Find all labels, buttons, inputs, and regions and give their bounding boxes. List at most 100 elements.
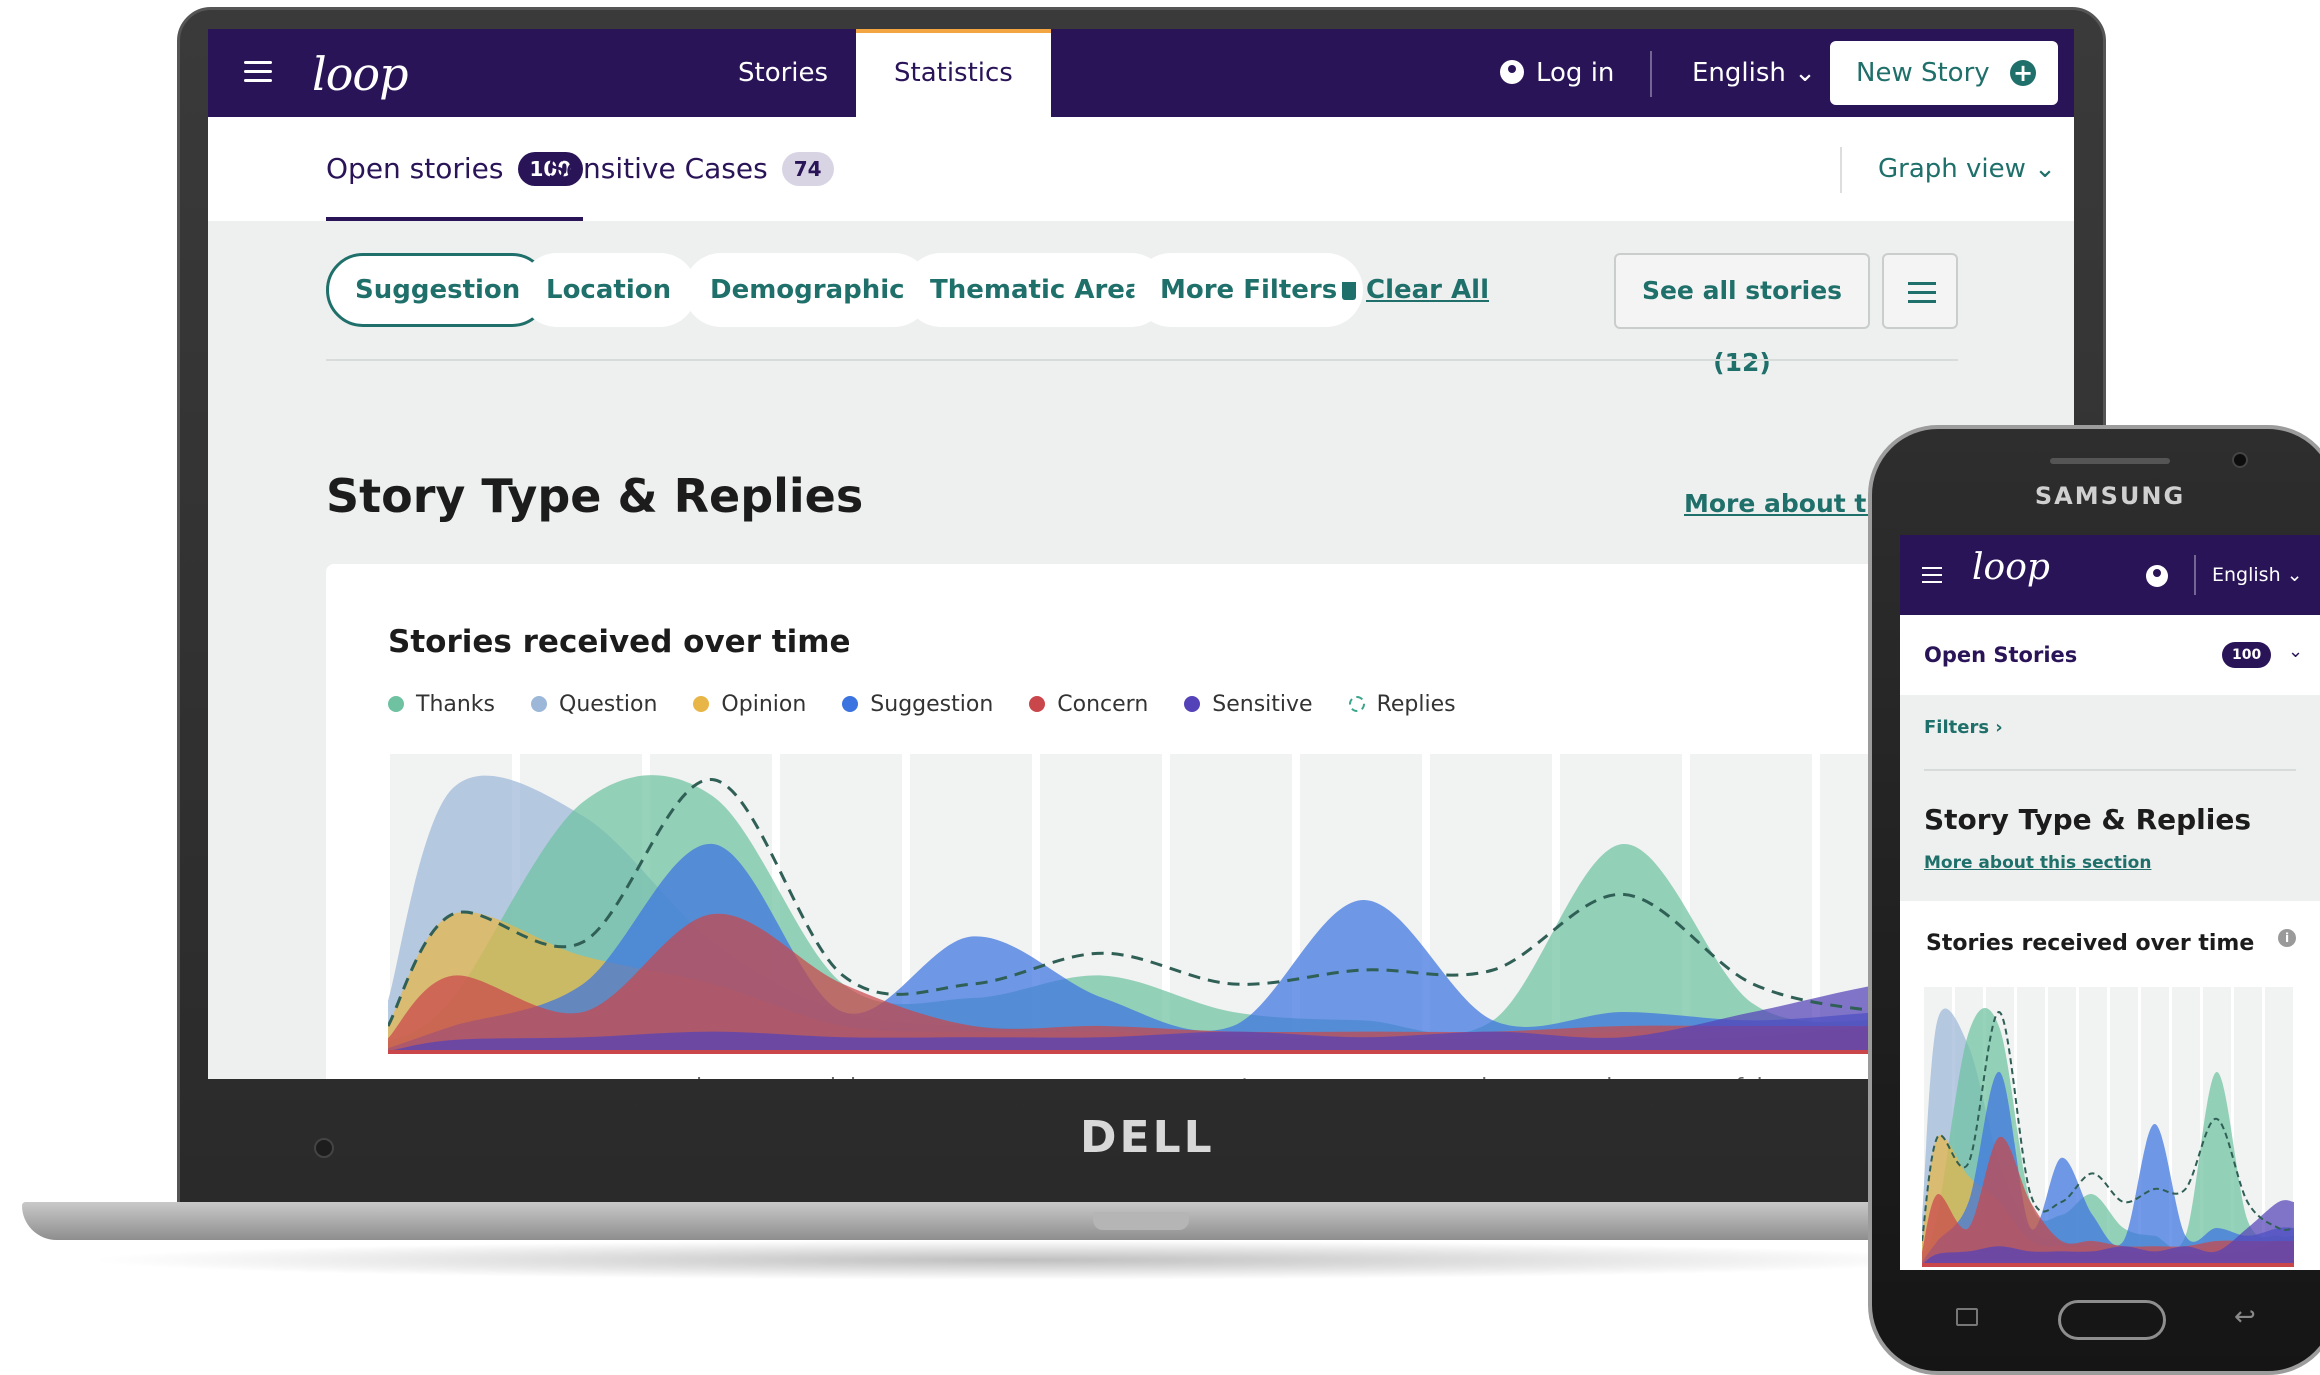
- x-tick-label: aug: [952, 1075, 993, 1079]
- filter-chip-location[interactable]: Location: [520, 253, 698, 327]
- chart-card: Stories received over time Thanks Questio…: [326, 564, 2006, 1079]
- x-tick-label: dec: [1473, 1075, 1513, 1079]
- phone-divider: [1924, 769, 2296, 771]
- trash-icon: [1342, 282, 1356, 300]
- x-tick-label: feb: [1735, 1075, 1770, 1079]
- x-tick-label: jul: [829, 1075, 856, 1079]
- x-tick-label: jan: [1605, 1075, 1640, 1079]
- filter-chip-suggestion[interactable]: Suggestion: [326, 253, 550, 327]
- tab-stories[interactable]: Stories: [700, 29, 866, 117]
- phone-chart-card: Stories received over time i: [1900, 901, 2320, 1270]
- phone-section-title: Story Type & Replies: [1924, 803, 2252, 836]
- phone-nav-divider: [2194, 555, 2196, 595]
- legend-label: Thanks: [416, 692, 496, 717]
- phone-open-stories-bar[interactable]: Open Stories 100 ⌄: [1900, 615, 2320, 695]
- story-tabs-bar: Open stories 100 Sensitive Cases 74 Graph …: [208, 117, 2074, 221]
- phone-menu-icon[interactable]: [1922, 567, 1942, 583]
- phone-stories-area-chart: [1922, 987, 2294, 1267]
- section-title: Story Type & Replies: [326, 469, 864, 523]
- tab-sensitive-cases[interactable]: Sensitive Cases 74: [548, 117, 834, 221]
- graph-view-dropdown[interactable]: Graph view ⌄: [1878, 117, 2056, 221]
- legend-item-replies[interactable]: Replies: [1348, 692, 1456, 717]
- legend-dot-icon: [1029, 696, 1046, 712]
- legend-label: Replies: [1376, 692, 1456, 717]
- filter-chip-demographic[interactable]: Demographic: [684, 253, 931, 327]
- legend-dot-icon: [693, 696, 710, 712]
- laptop-brand-logo: DELL: [1080, 1112, 1215, 1163]
- legend-item-opinion[interactable]: Opinion: [693, 692, 806, 717]
- open-stories-label: Open stories: [326, 152, 504, 185]
- see-all-stories-button[interactable]: See all stories (12): [1614, 253, 1870, 377]
- list-view-button[interactable]: [1882, 253, 1958, 329]
- phone-brand-logo: SAMSUNG: [2034, 482, 2186, 510]
- phone-camera: [2232, 452, 2248, 468]
- app-logo[interactable]: loop: [312, 47, 409, 101]
- home-button[interactable]: [2058, 1300, 2166, 1340]
- phone-speaker: [2050, 458, 2170, 464]
- laptop-notch: [1093, 1212, 1189, 1230]
- chevron-down-icon: ⌄: [2288, 641, 2304, 662]
- legend-dot-icon: [388, 696, 404, 712]
- phone-navbar: loop English ⌄: [1900, 535, 2320, 615]
- chart-title: Stories received over time: [388, 624, 851, 660]
- menu-icon[interactable]: [244, 61, 272, 83]
- legend-label: Concern: [1057, 692, 1149, 717]
- legend-item-sensitive[interactable]: Sensitive: [1184, 692, 1313, 717]
- x-tick-label: may: [559, 1075, 607, 1079]
- filter-chip-more-filters[interactable]: More Filters: [1134, 253, 1364, 327]
- legend-item-suggestion[interactable]: Suggestion: [842, 692, 993, 717]
- legend-label: Question: [559, 692, 658, 717]
- legend-item-thanks[interactable]: Thanks: [388, 692, 495, 717]
- legend-dot-icon: [842, 696, 859, 712]
- legend-dot-icon: [1348, 696, 1365, 712]
- phone-chart-title: Stories received over time: [1926, 931, 2255, 956]
- laptop-camera: [314, 1138, 334, 1158]
- filter-chip-thematic-area[interactable]: Thematic Area: [904, 253, 1169, 327]
- phone-more-about-link[interactable]: More about this section: [1924, 853, 2151, 873]
- x-tick-label: apr: [435, 1075, 472, 1079]
- legend-dot-icon: [1184, 696, 1201, 712]
- laptop-shadow: [80, 1240, 1960, 1280]
- legend-item-concern[interactable]: Concern: [1029, 692, 1148, 717]
- legend-label: Opinion: [721, 692, 807, 717]
- chart-baseline: [388, 1050, 1948, 1054]
- filters-divider: [326, 359, 1958, 361]
- x-tick-label: jun: [695, 1075, 730, 1079]
- phone-app-logo[interactable]: loop: [1972, 547, 2050, 588]
- x-tick-label: oct: [1216, 1075, 1251, 1079]
- sensitive-cases-label: Sensitive Cases: [548, 152, 768, 185]
- plus-icon: +: [2010, 60, 2036, 86]
- top-navbar: loop Stories Statistics Log in English ⌄…: [208, 29, 2074, 117]
- x-tick-label: nov: [1343, 1075, 1383, 1079]
- user-icon: [1500, 60, 1524, 84]
- phone-language-selector[interactable]: English ⌄: [2212, 535, 2303, 615]
- legend-label: Sensitive: [1212, 692, 1313, 717]
- laptop-screen: loop Stories Statistics Log in English ⌄…: [208, 29, 2074, 1079]
- info-icon[interactable]: i: [2278, 929, 2296, 947]
- list-icon-line: [1908, 300, 1936, 303]
- recent-apps-icon[interactable]: [1956, 1308, 1978, 1326]
- language-selector[interactable]: English ⌄: [1692, 29, 1816, 117]
- clear-all-link[interactable]: Clear All: [1342, 253, 1489, 327]
- new-story-button[interactable]: New Story +: [1830, 41, 2058, 105]
- list-icon: [1908, 282, 1936, 285]
- sensitive-cases-count-badge: 74: [781, 152, 834, 186]
- nav-divider: [1650, 51, 1652, 97]
- phone-filters-link[interactable]: Filters ›: [1924, 717, 2003, 738]
- tab-open-stories[interactable]: Open stories 100: [326, 117, 584, 221]
- stories-area-chart: aprmayjunjulaugsepoctnovdecjanfebmar: [388, 754, 1948, 1079]
- phone-user-icon[interactable]: [2146, 565, 2168, 587]
- login-link[interactable]: Log in: [1500, 29, 1614, 117]
- tab-statistics[interactable]: Statistics: [856, 29, 1051, 117]
- laptop-base: [22, 1202, 2002, 1240]
- legend-dot-icon: [531, 696, 548, 712]
- phone-open-stories-label: Open Stories: [1924, 643, 2078, 667]
- back-icon[interactable]: ↩: [2234, 1302, 2256, 1332]
- clear-all-label: Clear All: [1366, 275, 1489, 305]
- login-label: Log in: [1536, 58, 1615, 88]
- legend-item-question[interactable]: Question: [531, 692, 657, 717]
- new-story-label: New Story: [1856, 58, 1990, 88]
- phone-count-badge: 100: [2222, 642, 2272, 668]
- filter-bar: Suggestion Location Demographic Thematic…: [208, 221, 2074, 377]
- chart-baseline: [1922, 1263, 2294, 1267]
